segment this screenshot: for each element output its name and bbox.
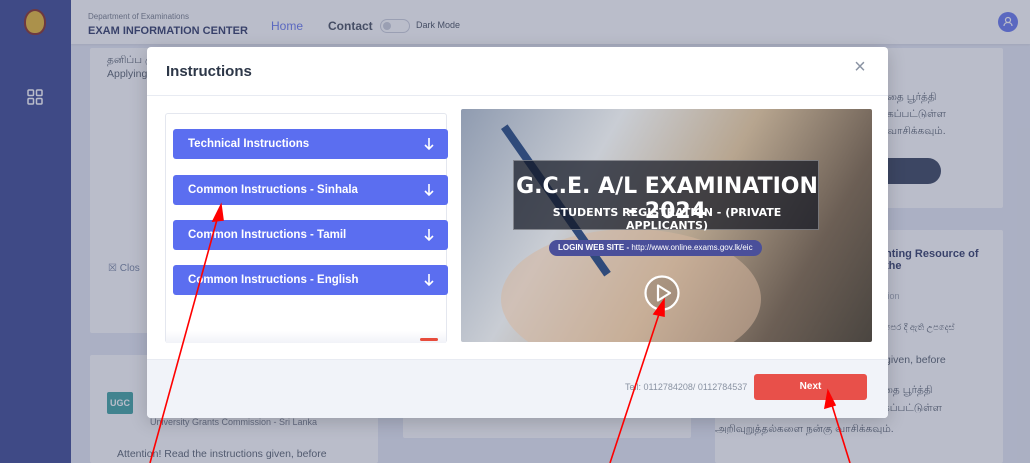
arrow-down-icon — [424, 229, 434, 242]
instructions-list[interactable]: Technical Instructions Common Instructio… — [165, 113, 448, 343]
accordion-label: Common Instructions - Tamil — [188, 229, 347, 241]
scroll-indicator — [420, 338, 438, 341]
modal-title: Instructions — [166, 63, 252, 80]
modal-footer: Tell: 0112784208/ 0112784537 Next — [147, 360, 888, 418]
header-divider — [147, 95, 888, 96]
login-url: http://www.online.exams.gov.lk/eic — [631, 243, 753, 252]
video-player[interactable]: G.C.E. A/L EXAMINATION - 2024 STUDENTS R… — [461, 109, 872, 342]
next-button[interactable]: Next — [754, 374, 867, 400]
login-website-pill: LOGIN WEB SITE - http://www.online.exams… — [549, 240, 762, 256]
accordion-label: Technical Instructions — [188, 138, 310, 150]
accordion-common-instructions-sinhala[interactable]: Common Instructions - Sinhala — [173, 175, 448, 205]
accordion-technical-instructions[interactable]: Technical Instructions — [173, 129, 448, 159]
close-icon[interactable]: × — [849, 56, 871, 78]
video-subtitle: STUDENTS REGISTRATION - (PRIVATE APPLICA… — [552, 206, 782, 232]
arrow-down-icon — [424, 138, 434, 151]
video-banner: G.C.E. A/L EXAMINATION - 2024 STUDENTS R… — [513, 160, 819, 232]
arrow-down-icon — [424, 274, 434, 287]
accordion-common-instructions-tamil[interactable]: Common Instructions - Tamil — [173, 220, 448, 250]
arrow-down-icon — [424, 184, 434, 197]
accordion-label: Common Instructions - Sinhala — [188, 184, 358, 196]
login-label: LOGIN WEB SITE - — [558, 243, 630, 252]
accordion-label: Common Instructions - English — [188, 274, 359, 286]
contact-phone: Tell: 0112784208/ 0112784537 — [625, 382, 748, 392]
instructions-modal: Instructions × Technical Instructions Co… — [147, 47, 888, 418]
list-scroll-fade — [166, 331, 446, 343]
accordion-common-instructions-english[interactable]: Common Instructions - English — [173, 265, 448, 295]
play-icon[interactable] — [643, 274, 681, 312]
